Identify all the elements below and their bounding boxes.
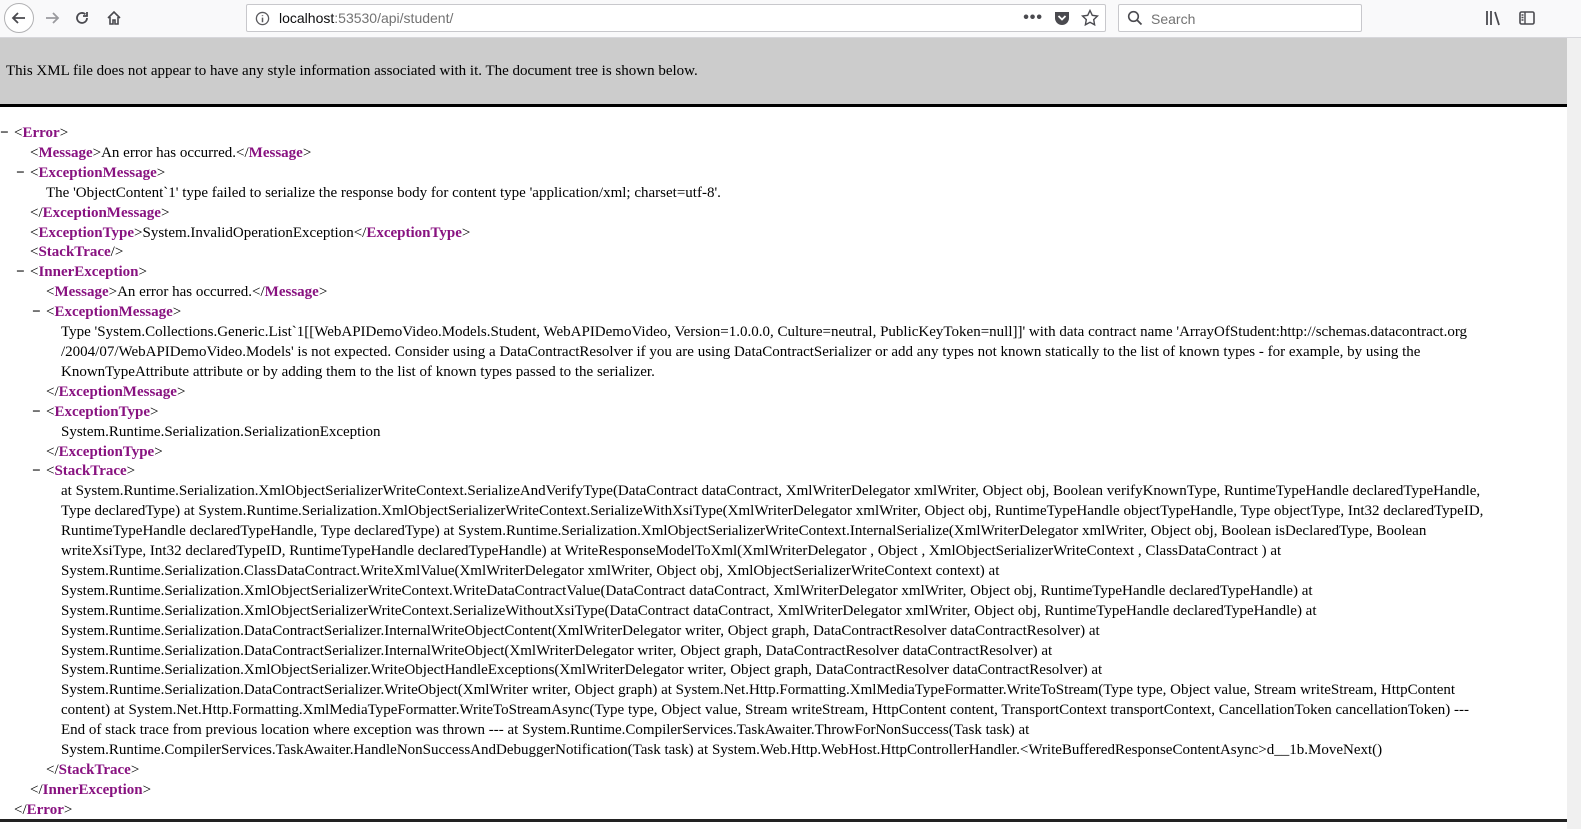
text-line: /2004/07/WebAPIDemoVideo.Models' is not … (61, 343, 1421, 360)
search-box[interactable] (1118, 4, 1362, 33)
text-line: System.Runtime.Serialization.ClassDataCo… (61, 562, 1000, 579)
exception-type-value: System.InvalidOperationException (142, 224, 354, 241)
arrow-left-icon (11, 12, 25, 24)
exception-message-open: − <ExceptionMessage> (0, 164, 1567, 184)
scrollbar[interactable] (1567, 38, 1581, 829)
xml-style-notice: This XML file does not appear to have an… (0, 38, 1567, 107)
home-icon (107, 10, 121, 25)
stack-trace-empty: <StackTrace/> (30, 244, 124, 261)
collapse-toggle[interactable]: − (32, 303, 41, 323)
search-icon (1127, 10, 1143, 26)
text-line: System.Runtime.Serialization.XmlObjectSe… (61, 602, 1317, 619)
inner-exception-type-open: − <ExceptionType> (0, 403, 1567, 423)
notice-text: This XML file does not appear to have an… (6, 63, 698, 79)
inner-exception-close: </InnerException> (30, 781, 152, 798)
url-host: localhost (279, 10, 335, 26)
info-icon[interactable] (255, 11, 270, 31)
forward-button[interactable] (38, 4, 66, 32)
exception-message-close: </ExceptionMessage> (30, 204, 170, 221)
text-line: Type 'System.Collections.Generic.List`1[… (61, 324, 1468, 341)
xml-tree: − <Error> <Message>An error has occurred.… (0, 124, 1567, 821)
inner-exception-message-open: − <ExceptionMessage> (0, 303, 1567, 323)
text-line: System.Runtime.Serialization.DataContrac… (61, 642, 1053, 659)
library-icon[interactable] (1484, 9, 1502, 27)
text-line: System.Runtime.CompilerServices.TaskAwai… (61, 742, 1383, 759)
exception-message-value: The 'ObjectContent`1' type failed to ser… (46, 184, 721, 201)
inner-stack-trace-close: </StackTrace> (46, 762, 140, 778)
more-actions-icon[interactable]: ••• (1023, 9, 1043, 27)
text-line: RuntimeTypeHandle declaredTypeHandle, Ty… (61, 523, 1427, 540)
arrow-right-icon (46, 12, 60, 24)
inner-exception-type-value: System.Runtime.Serialization.Serializati… (61, 423, 381, 440)
inner-stack-trace-open: − <StackTrace> (0, 462, 1567, 482)
search-input[interactable] (1149, 5, 1353, 33)
text-line: KnownTypeAttribute attribute or by addin… (61, 363, 655, 380)
collapse-toggle[interactable]: − (32, 462, 41, 482)
text-line: Type declaredType) at System.Runtime.Ser… (61, 503, 1484, 520)
text-line: System.Runtime.Serialization.XmlObjectSe… (61, 662, 1103, 679)
home-button[interactable] (100, 4, 128, 32)
url-path: :53530/api/student/ (334, 10, 454, 26)
error-open: − <Error> (0, 124, 1567, 144)
bottom-edge (0, 819, 1567, 822)
message-value: An error has occurred. (101, 144, 237, 161)
collapse-toggle[interactable]: − (16, 164, 25, 184)
page-actions: ••• (1023, 9, 1099, 27)
toolbar-right-icons (1484, 9, 1536, 27)
address-bar[interactable]: localhost:53530/api/student/ ••• (246, 4, 1106, 32)
collapse-toggle[interactable]: − (16, 263, 25, 283)
sidebar-icon[interactable] (1518, 9, 1536, 27)
inner-exception-message-close: </ExceptionMessage> (46, 383, 186, 400)
error-close: </Error> (14, 801, 73, 818)
browser-toolbar: localhost:53530/api/student/ ••• (0, 0, 1581, 38)
text-line: System.Runtime.Serialization.DataContrac… (61, 682, 1456, 699)
text-line: writeXsiType, Int32 declaredTypeID, Runt… (61, 543, 1282, 560)
text-line: End of stack trace from previous locatio… (61, 722, 1030, 739)
back-button[interactable] (4, 3, 34, 33)
text-line: at System.Runtime.Serialization.XmlObjec… (61, 483, 1481, 500)
inner-exception-type-close: </ExceptionType> (46, 443, 163, 460)
inner-message-value: An error has occurred. (117, 284, 253, 301)
url-text[interactable]: localhost:53530/api/student/ (279, 10, 453, 26)
text-line: System.Runtime.Serialization.DataContrac… (61, 622, 1100, 639)
inner-exception-open: − <InnerException> (0, 263, 1567, 283)
text-line: System.Runtime.Serialization.XmlObjectSe… (61, 582, 1313, 599)
collapse-toggle[interactable]: − (32, 403, 41, 423)
inner-message-element: <Message>An error has occurred.</Message… (46, 284, 328, 301)
text-line: content) at System.Net.Http.Formatting.X… (61, 702, 1469, 719)
inner-stack-trace-value: at System.Runtime.Serialization.XmlObjec… (0, 482, 1567, 761)
bookmark-star-icon[interactable] (1081, 9, 1099, 27)
collapse-toggle[interactable]: − (0, 124, 9, 144)
message-element: <Message>An error has occurred.</Message… (30, 144, 312, 161)
pocket-icon[interactable] (1053, 9, 1071, 27)
exception-type-element: <ExceptionType>System.InvalidOperationEx… (30, 224, 471, 241)
reload-button[interactable] (68, 4, 96, 32)
inner-exception-message-value: Type 'System.Collections.Generic.List`1[… (0, 323, 1567, 383)
reload-icon (76, 12, 88, 24)
